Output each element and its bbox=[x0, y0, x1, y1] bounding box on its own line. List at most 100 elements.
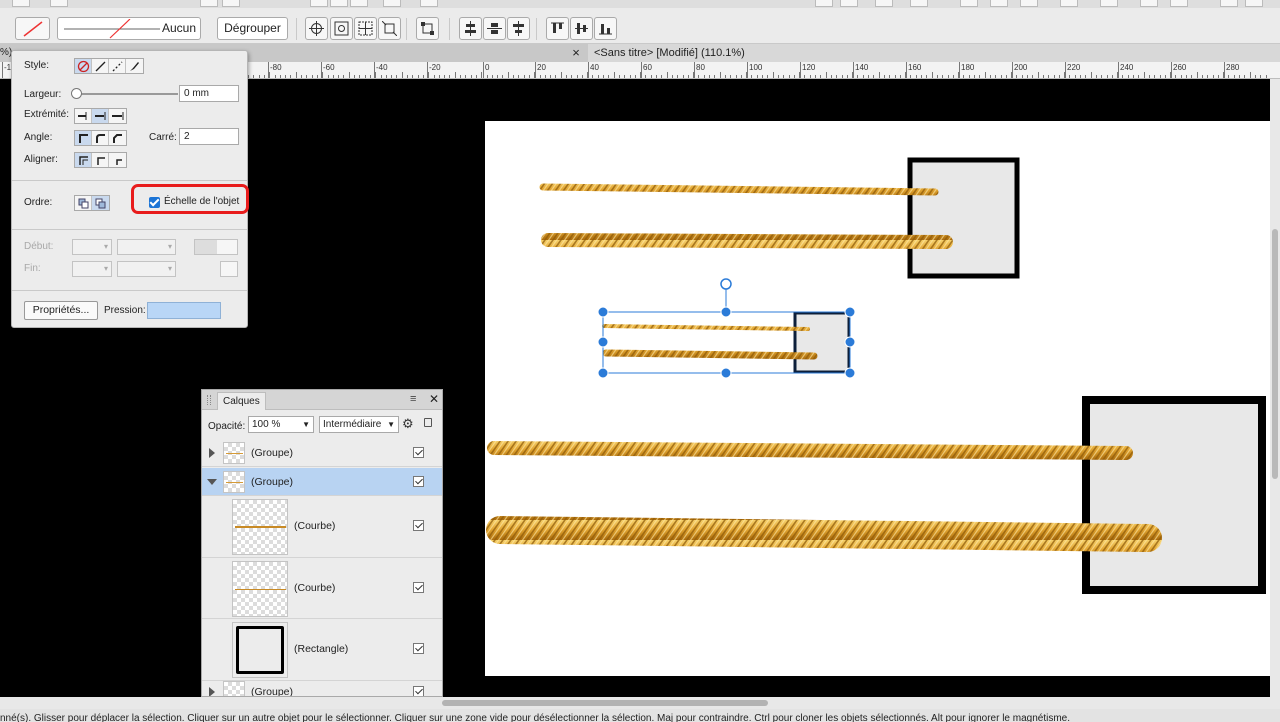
ruler-minor-tick bbox=[529, 75, 530, 78]
style-brush-button[interactable] bbox=[126, 59, 143, 73]
style-solid-button[interactable] bbox=[92, 59, 109, 73]
collapse-arrow-icon[interactable] bbox=[207, 479, 217, 485]
layer-row[interactable]: (Groupe) bbox=[202, 681, 442, 696]
ruler-minor-tick bbox=[1064, 72, 1065, 78]
lock-icon[interactable] bbox=[424, 418, 432, 427]
cap-square-button[interactable] bbox=[109, 109, 126, 123]
cap-butt-button[interactable] bbox=[75, 109, 92, 123]
align-bottom-button[interactable] bbox=[594, 17, 617, 40]
expand-button[interactable] bbox=[378, 17, 401, 40]
order-front-button[interactable] bbox=[92, 196, 109, 210]
vertical-scroll-thumb[interactable] bbox=[1272, 229, 1278, 479]
ruler-label: -80 bbox=[270, 63, 282, 72]
ruler-minor-tick bbox=[693, 72, 694, 78]
pressure-curve-preview[interactable] bbox=[147, 302, 221, 319]
start-size-dropdown[interactable] bbox=[117, 239, 176, 255]
order-behind-button[interactable] bbox=[75, 196, 92, 210]
layer-row[interactable]: (Groupe) bbox=[202, 439, 442, 467]
ruler-minor-tick bbox=[831, 75, 832, 78]
ungroup-button[interactable]: Dégrouper bbox=[217, 17, 288, 40]
ruler-minor-tick bbox=[407, 75, 408, 78]
cap-label: Extrémité: bbox=[24, 109, 70, 120]
gear-icon[interactable]: ⚙ bbox=[402, 416, 414, 432]
width-field[interactable]: 0 mm bbox=[179, 85, 239, 102]
layers-header: Calques ≡ ✕ bbox=[202, 390, 442, 410]
ruler-tick bbox=[2, 62, 3, 78]
drag-grip-icon[interactable] bbox=[207, 395, 211, 405]
style-none-button[interactable] bbox=[75, 59, 92, 73]
layers-tab[interactable]: Calques bbox=[217, 392, 266, 410]
expand-arrow-icon[interactable] bbox=[209, 448, 215, 458]
layer-visibility-checkbox[interactable] bbox=[413, 447, 424, 458]
cap-round-button[interactable] bbox=[92, 109, 109, 123]
ruler-label: -20 bbox=[429, 63, 441, 72]
ruler-tick bbox=[959, 62, 960, 78]
horizontal-scroll-thumb[interactable] bbox=[442, 700, 768, 706]
panel-menu-icon[interactable]: ≡ bbox=[410, 393, 416, 405]
width-slider[interactable] bbox=[74, 93, 178, 95]
transform-center-button[interactable] bbox=[330, 17, 353, 40]
layer-visibility-checkbox[interactable] bbox=[413, 686, 424, 696]
ruler-minor-tick bbox=[476, 75, 477, 78]
snap-button[interactable] bbox=[416, 17, 439, 40]
ruler-minor-tick bbox=[1101, 75, 1102, 78]
arrow-link-button[interactable] bbox=[220, 261, 238, 277]
document-page[interactable] bbox=[485, 121, 1272, 676]
context-toolbar: Aucun Dégrouper bbox=[0, 0, 1280, 44]
ruler-minor-tick bbox=[365, 75, 366, 78]
layer-visibility-checkbox[interactable] bbox=[413, 476, 424, 487]
start-arrow-dropdown[interactable] bbox=[72, 239, 112, 255]
ruler-tick bbox=[588, 62, 589, 78]
cap-round-icon bbox=[95, 112, 106, 120]
align-outside-button[interactable] bbox=[109, 153, 126, 167]
ruler-minor-tick bbox=[778, 75, 779, 78]
ruler-minor-tick bbox=[985, 72, 986, 78]
layer-row[interactable]: (Courbe) bbox=[202, 496, 442, 558]
ruler-minor-tick bbox=[1266, 75, 1267, 78]
opacity-dropdown[interactable]: 100 % ▼ bbox=[248, 416, 314, 433]
join-round-button[interactable] bbox=[92, 131, 109, 145]
layer-visibility-checkbox[interactable] bbox=[413, 520, 424, 531]
grid-button[interactable] bbox=[354, 17, 377, 40]
align-left-button[interactable] bbox=[459, 17, 482, 40]
snap-icon bbox=[421, 22, 434, 35]
line-style-dropdown[interactable]: Aucun bbox=[57, 17, 201, 40]
width-slider-knob[interactable] bbox=[71, 88, 82, 99]
close-tab-button[interactable]: × bbox=[568, 44, 584, 62]
layer-visibility-checkbox[interactable] bbox=[413, 643, 424, 654]
miter-field[interactable]: 2 bbox=[179, 128, 239, 145]
style-dashed-button[interactable] bbox=[109, 59, 126, 73]
layer-row-selected[interactable]: (Groupe) bbox=[202, 468, 442, 496]
expand-arrow-icon[interactable] bbox=[209, 687, 215, 696]
layer-row[interactable]: (Courbe) bbox=[202, 558, 442, 619]
end-arrow-dropdown[interactable] bbox=[72, 261, 112, 277]
vertical-scrollbar[interactable] bbox=[1270, 79, 1280, 697]
swap-arrows-button[interactable] bbox=[194, 239, 238, 255]
align-center-button[interactable] bbox=[483, 17, 506, 40]
ruler-tick bbox=[694, 62, 695, 78]
blend-mode-dropdown[interactable]: Intermédiaire ▼ bbox=[319, 416, 399, 433]
crosshair-button[interactable] bbox=[305, 17, 328, 40]
align-right-button[interactable] bbox=[507, 17, 530, 40]
join-bevel-button[interactable] bbox=[109, 131, 126, 145]
align-inside-button[interactable] bbox=[75, 153, 92, 167]
layer-visibility-checkbox[interactable] bbox=[413, 582, 424, 593]
ruler-minor-tick bbox=[836, 75, 837, 78]
ruler-label: 20 bbox=[537, 63, 546, 72]
properties-button[interactable]: Propriétés... bbox=[24, 301, 98, 320]
stroke-none-swatch[interactable] bbox=[15, 17, 50, 40]
panel-close-icon[interactable]: ✕ bbox=[429, 392, 439, 406]
align-center-stroke-button[interactable] bbox=[92, 153, 109, 167]
ruler-minor-tick bbox=[1022, 75, 1023, 78]
ruler-minor-tick bbox=[561, 72, 562, 78]
ruler-minor-tick bbox=[683, 75, 684, 78]
document-tab[interactable]: <Sans titre> [Modifié] (110.1%) bbox=[588, 44, 1280, 62]
align-top-button[interactable] bbox=[546, 17, 569, 40]
transform-center-icon bbox=[334, 21, 349, 36]
align-middle-button[interactable] bbox=[570, 17, 593, 40]
layer-row[interactable]: (Rectangle) bbox=[202, 619, 442, 681]
horizontal-scrollbar[interactable] bbox=[0, 697, 1280, 709]
end-size-dropdown[interactable] bbox=[117, 261, 176, 277]
start-label: Début: bbox=[24, 241, 54, 252]
join-miter-button[interactable] bbox=[75, 131, 92, 145]
